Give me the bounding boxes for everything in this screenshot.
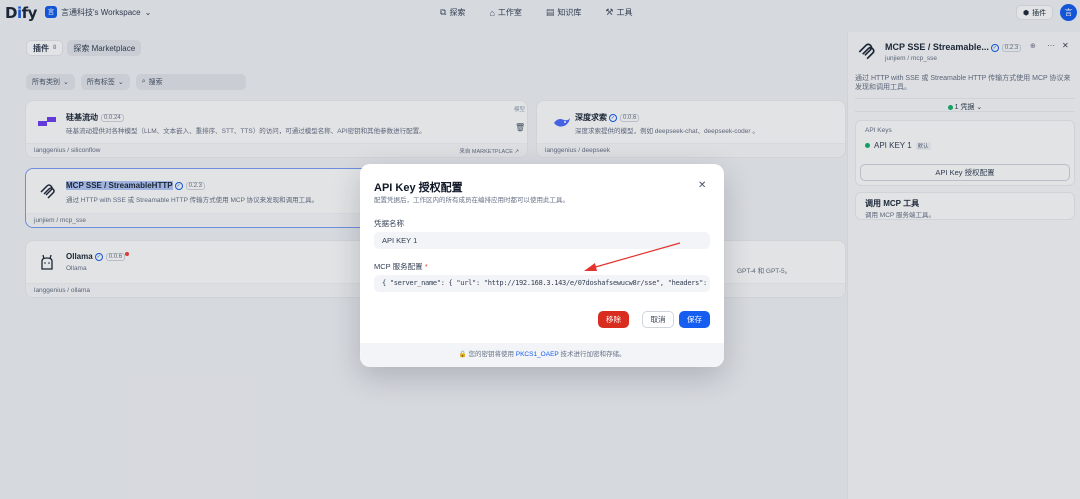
annotation-arrow [584,242,681,271]
